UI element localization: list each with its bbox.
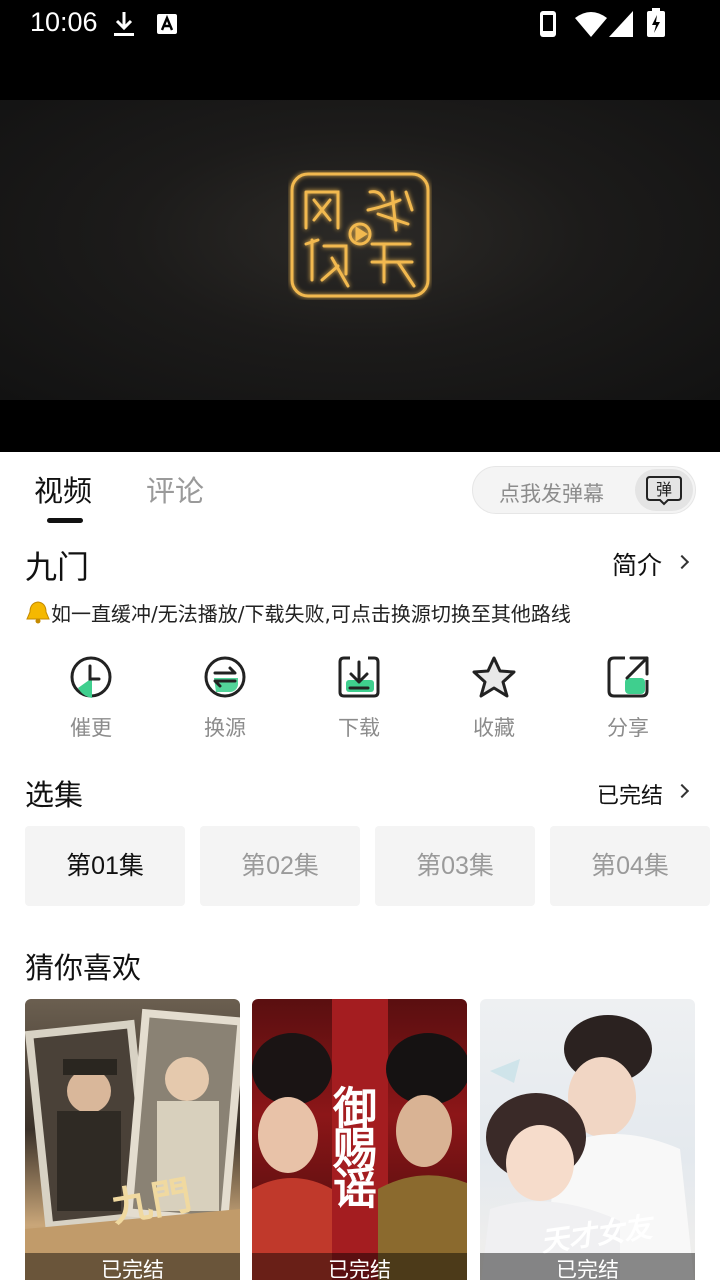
episodes-chevron-icon bbox=[674, 783, 690, 799]
recommend-title: 猜你喜欢 bbox=[25, 951, 142, 985]
recommend-badge: 已完结 bbox=[252, 1253, 467, 1280]
clock-icon bbox=[70, 656, 112, 698]
notice-text: 如一直缓冲/无法播放/下载失败,可点击换源切换至其他路线 bbox=[51, 602, 571, 626]
episode-button[interactable]: 第04集 bbox=[550, 826, 710, 906]
action-label: 下载 bbox=[338, 716, 380, 740]
action-download[interactable]: 下载 bbox=[304, 654, 414, 742]
episode-button[interactable]: 第03集 bbox=[375, 826, 535, 906]
intro-link[interactable]: 简介 bbox=[612, 546, 662, 582]
recommend-badge: 已完结 bbox=[480, 1253, 695, 1280]
episode-button[interactable]: 第02集 bbox=[200, 826, 360, 906]
status-bar: 10:06 bbox=[0, 0, 720, 48]
phone-status-icon bbox=[540, 11, 556, 37]
signal-icon bbox=[609, 11, 633, 37]
action-label: 分享 bbox=[607, 716, 649, 740]
recommend-badge: 已完结 bbox=[25, 1253, 240, 1280]
show-title: 九门 bbox=[25, 548, 90, 586]
danmu-input[interactable]: 点我发弹幕 弹 bbox=[472, 466, 696, 514]
poster-title: 御赐谣 bbox=[325, 1085, 376, 1205]
intro-label: 简介 bbox=[612, 551, 663, 580]
danmu-button-label: 弹 bbox=[656, 480, 672, 499]
bell-icon bbox=[26, 601, 50, 624]
episode-button[interactable]: 第01集 bbox=[25, 826, 185, 906]
poster-image bbox=[25, 1008, 240, 1280]
recommend-card[interactable]: 九門 已完结 bbox=[25, 999, 240, 1280]
recommend-card[interactable]: 天才女友 已完结 bbox=[480, 999, 695, 1280]
switch-icon bbox=[204, 656, 246, 698]
danmu-placeholder: 点我发弹幕 bbox=[499, 482, 604, 506]
episodes-status-link[interactable]: 已完结 bbox=[597, 778, 663, 810]
tab-video[interactable]: 视频 bbox=[34, 468, 92, 510]
battery-icon bbox=[647, 8, 665, 37]
action-favorite[interactable]: 收藏 bbox=[439, 654, 549, 742]
download-status-icon bbox=[114, 12, 134, 36]
action-switch-source[interactable]: 换源 bbox=[170, 654, 280, 742]
action-urge-update[interactable]: 催更 bbox=[36, 654, 146, 742]
danmu-button[interactable]: 弹 bbox=[635, 469, 693, 511]
keyboard-status-icon bbox=[157, 14, 177, 34]
video-frame[interactable] bbox=[0, 100, 720, 400]
action-share[interactable]: 分享 bbox=[573, 654, 683, 742]
episodes-title: 选集 bbox=[25, 778, 84, 812]
intro-chevron-icon bbox=[674, 554, 690, 570]
action-label: 催更 bbox=[70, 716, 112, 740]
share-icon bbox=[607, 656, 649, 698]
status-time: 10:06 bbox=[30, 7, 98, 37]
notice-bar: 如一直缓冲/无法播放/下载失败,可点击换源切换至其他路线 bbox=[25, 598, 571, 627]
star-icon bbox=[472, 656, 516, 698]
episodes-status: 已完结 bbox=[597, 784, 664, 809]
recommend-card[interactable]: 御赐谣 已完结 bbox=[252, 999, 467, 1280]
tab-comment[interactable]: 评论 bbox=[146, 468, 204, 510]
download-icon bbox=[338, 656, 380, 698]
logo-emblem bbox=[290, 172, 430, 298]
action-label: 收藏 bbox=[473, 716, 515, 740]
tab-indicator bbox=[47, 518, 83, 523]
danmu-bubble-icon: 弹 bbox=[646, 476, 682, 506]
action-label: 换源 bbox=[204, 716, 246, 740]
wifi-icon bbox=[575, 12, 607, 37]
